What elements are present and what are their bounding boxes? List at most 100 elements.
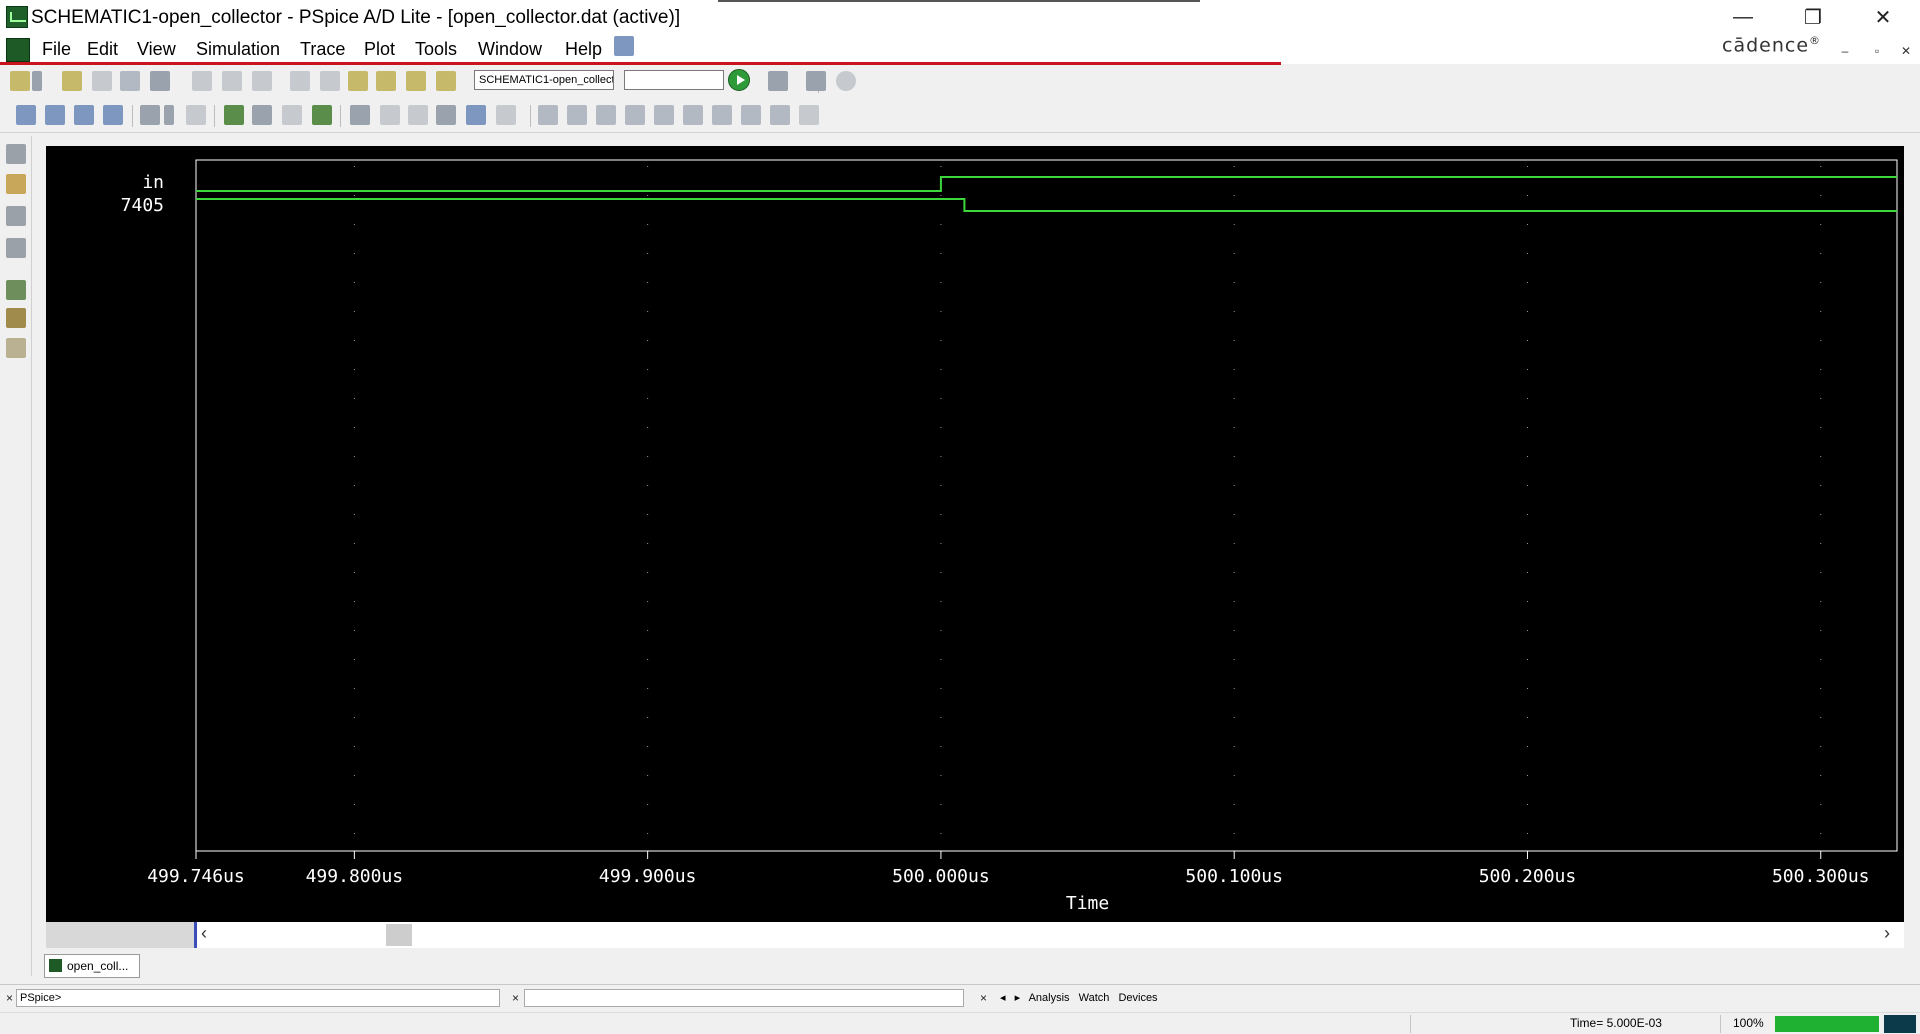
comment-icon[interactable] (6, 144, 26, 164)
performance-analysis-icon[interactable] (282, 105, 302, 125)
axis-settings-icon[interactable] (140, 105, 160, 125)
redo-icon[interactable] (320, 71, 340, 91)
mdi-restore-button[interactable]: ▫ (1866, 40, 1888, 62)
document-tab[interactable]: open_coll... (44, 954, 140, 978)
sweep-select[interactable] (624, 70, 724, 90)
mark-data-points-icon[interactable] (496, 105, 516, 125)
tab-scroll-right-icon[interactable]: ▸ (1015, 992, 1021, 1004)
pause-simulation-icon[interactable] (806, 71, 826, 91)
scroll-right-icon[interactable]: › (1884, 923, 1890, 944)
zoom-out-icon[interactable] (45, 105, 65, 125)
edit-profile-icon[interactable] (6, 206, 26, 226)
label-text-icon[interactable] (408, 105, 428, 125)
probe-document-icon (49, 959, 62, 972)
menu-file[interactable]: File (42, 39, 71, 60)
save-icon[interactable] (120, 71, 140, 91)
cascade-windows-icon[interactable] (614, 36, 634, 56)
close-button[interactable]: ✕ (1854, 0, 1912, 34)
restore-button[interactable]: ❐ (1784, 0, 1842, 34)
title-accent-line (718, 0, 1200, 2)
zoom-fit-icon[interactable] (103, 105, 123, 125)
left-toolbar (0, 136, 32, 976)
mdi-close-button[interactable]: ✕ (1895, 40, 1917, 62)
cursor-previous-transition-icon[interactable] (770, 105, 790, 125)
copy-icon[interactable] (222, 71, 242, 91)
tab-devices[interactable]: Devices (1118, 992, 1157, 1004)
close-log-pane-icon[interactable]: × (512, 991, 519, 1005)
log-x-icon[interactable] (186, 105, 206, 125)
document-system-icon[interactable] (6, 38, 30, 62)
mark-label-icon[interactable] (799, 105, 819, 125)
probe-window-icon[interactable] (6, 308, 26, 328)
menu-view[interactable]: View (137, 39, 176, 60)
eval-goal-function-icon[interactable] (380, 105, 400, 125)
digital-waveform-plot[interactable]: 499.746us 499.800us 499.900us 500.000us 500.… (46, 146, 1904, 922)
paste-icon[interactable] (252, 71, 272, 91)
cursor-point-icon[interactable] (683, 105, 703, 125)
output-file-icon[interactable] (6, 174, 26, 194)
log-field[interactable] (524, 989, 964, 1007)
undo-icon[interactable] (290, 71, 310, 91)
menu-bar: File Edit View Simulation Trace Plot Too… (0, 36, 1920, 64)
tab-watch[interactable]: Watch (1079, 992, 1110, 1004)
add-plot-icon[interactable] (436, 105, 456, 125)
new-dropdown-icon[interactable] (32, 71, 42, 91)
tab-scroll-left-icon[interactable]: ◂ (1000, 992, 1006, 1004)
x-tick-label: 500.000us (892, 866, 990, 887)
toggle-bookmark-icon[interactable] (376, 71, 396, 91)
zoom-in-icon[interactable] (16, 105, 36, 125)
cursor-min-icon[interactable] (625, 105, 645, 125)
scroll-thumb[interactable] (386, 924, 412, 946)
simulation-profile-select[interactable]: SCHEMATIC1-open_collect (474, 70, 614, 90)
add-y-axis-icon[interactable] (224, 105, 244, 125)
cursor-peak-icon[interactable] (538, 105, 558, 125)
cursor-search-icon[interactable] (712, 105, 732, 125)
toggle-cursor-icon[interactable] (466, 105, 486, 125)
progress-percent: 100% (1733, 1016, 1764, 1030)
command-input[interactable]: PSpice> (16, 989, 500, 1007)
cursor-next-transition-icon[interactable] (741, 105, 761, 125)
notes-icon[interactable] (6, 338, 26, 358)
cut-icon[interactable] (192, 71, 212, 91)
waveform-status-icon (1884, 1015, 1916, 1033)
open-folder-icon[interactable] (62, 71, 82, 91)
scroll-left-icon[interactable]: ‹ (201, 923, 207, 944)
bookmark-icon[interactable] (348, 71, 368, 91)
pspice-app-icon[interactable] (6, 6, 28, 28)
export-excel-icon[interactable] (312, 105, 332, 125)
plot-frame (195, 159, 1898, 852)
menu-help[interactable]: Help (565, 39, 602, 60)
stop-simulation-icon[interactable] (836, 71, 856, 91)
simulation-queue-icon[interactable] (6, 280, 26, 300)
zoom-area-icon[interactable] (74, 105, 94, 125)
x-tick-label: 500.100us (1185, 866, 1283, 887)
menu-window[interactable]: Window (478, 39, 542, 60)
probe-plot-window[interactable]: 499.746us 499.800us 499.900us 500.000us 500.… (46, 146, 1904, 922)
plot-horizontal-scrollbar[interactable]: ‹ › (46, 922, 1904, 948)
print-icon[interactable] (150, 71, 170, 91)
cursor-max-icon[interactable] (654, 105, 674, 125)
close-watch-pane-icon[interactable]: × (980, 991, 987, 1005)
menu-trace[interactable]: Trace (300, 39, 345, 60)
view-simulation-results-icon[interactable] (768, 71, 788, 91)
view-probe-icon[interactable] (6, 238, 26, 258)
next-bookmark-icon[interactable] (406, 71, 426, 91)
previous-bookmark-icon[interactable] (436, 71, 456, 91)
cursor-slope-icon[interactable] (596, 105, 616, 125)
cursor-trough-icon[interactable] (567, 105, 587, 125)
axis-dropdown-icon[interactable] (164, 105, 174, 125)
tab-analysis[interactable]: Analysis (1029, 992, 1070, 1004)
close-command-pane-icon[interactable]: × (6, 991, 13, 1005)
mdi-minimize-button[interactable]: – (1834, 40, 1856, 62)
menu-plot[interactable]: Plot (364, 39, 395, 60)
minimize-button[interactable]: — (1714, 0, 1772, 34)
menu-simulation[interactable]: Simulation (196, 39, 280, 60)
new-document-icon[interactable] (92, 71, 112, 91)
probe-toolbar (0, 99, 1920, 133)
run-simulation-icon[interactable] (728, 69, 750, 91)
add-trace-icon[interactable] (350, 105, 370, 125)
fourier-icon[interactable] (252, 105, 272, 125)
menu-tools[interactable]: Tools (415, 39, 457, 60)
new-file-icon[interactable] (10, 71, 30, 91)
menu-edit[interactable]: Edit (87, 39, 118, 60)
